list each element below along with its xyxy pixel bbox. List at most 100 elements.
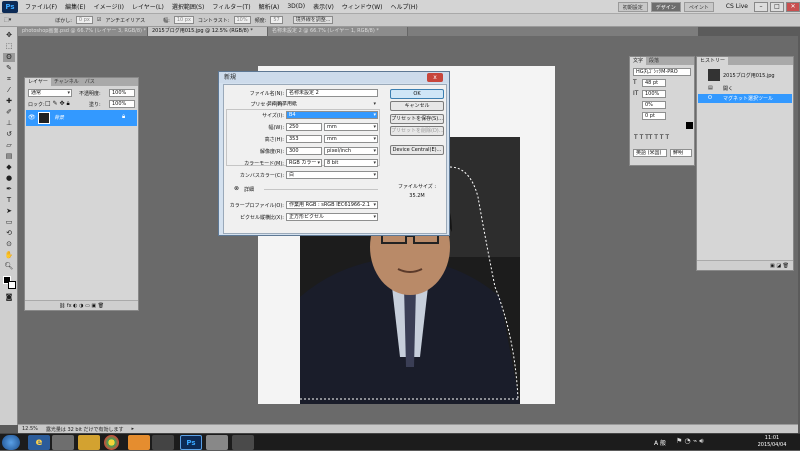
tab-layers[interactable]: レイヤー <box>25 78 51 86</box>
details-toggle-icon[interactable]: ⊗ <box>234 185 239 192</box>
eyedropper-tool-icon[interactable]: ⁄ <box>3 86 15 95</box>
menu-file[interactable]: ファイル(F) <box>21 2 61 11</box>
explorer-icon[interactable] <box>78 435 100 450</box>
tab-paragraph[interactable]: 段落 <box>646 57 662 65</box>
font-size-input[interactable]: 48 pt <box>642 79 666 87</box>
brush-tool-icon[interactable]: ✐ <box>3 108 15 117</box>
window-icon[interactable] <box>232 435 254 450</box>
eraser-tool-icon[interactable]: ▱ <box>3 141 15 150</box>
zoom-level[interactable]: 12.5% <box>22 426 38 432</box>
workspace-design[interactable]: デザイン <box>650 1 681 12</box>
width-unit-select[interactable]: mm ▾ <box>324 123 378 131</box>
tool-preset-icon[interactable]: ⬚▾ <box>4 17 11 23</box>
color-profile-select[interactable]: 作業用 RGB : sRGB IEC61966-2.1 ▾ <box>286 201 378 209</box>
ok-button[interactable]: OK <box>390 89 444 99</box>
3d-orbit-tool-icon[interactable]: ⊙ <box>3 240 15 249</box>
canvas-color-select[interactable]: 白 ▾ <box>286 171 378 179</box>
move-tool-icon[interactable]: ✥ <box>3 31 15 40</box>
menu-edit[interactable]: 編集(E) <box>61 2 89 11</box>
tab-history[interactable]: ヒストリー <box>697 57 729 65</box>
maximize-icon[interactable]: □ <box>770 1 784 12</box>
3d-rotate-tool-icon[interactable]: ⟲ <box>3 229 15 238</box>
status-arrow-icon[interactable]: ▸ <box>132 426 135 432</box>
tab-photoshop-screen[interactable]: photoshop画面.psd @ 66.7% (レイヤー 3, RGB/8) … <box>18 27 148 36</box>
marquee-tool-icon[interactable]: ⬚ <box>3 42 15 51</box>
stamp-tool-icon[interactable]: ⊥ <box>3 119 15 128</box>
bit-depth-select[interactable]: 8 bit ▾ <box>324 159 378 167</box>
preset-select[interactable]: 日本標準用紙 ▾ <box>264 100 378 108</box>
tracking-input[interactable]: 0% <box>642 101 666 109</box>
firefox-icon[interactable] <box>128 435 150 450</box>
history-brush-tool-icon[interactable]: ↺ <box>3 130 15 139</box>
path-select-tool-icon[interactable]: ➤ <box>3 207 15 216</box>
history-snapshot[interactable]: 2015ブログ用015.jpg <box>698 68 792 82</box>
blur-tool-icon[interactable]: ◆ <box>3 163 15 172</box>
cancel-button[interactable]: キャンセル <box>390 101 444 111</box>
shape-tool-icon[interactable]: ▭ <box>3 218 15 227</box>
ime-indicator[interactable]: A 般 <box>654 438 666 447</box>
frequency-input[interactable]: 57 <box>270 16 283 24</box>
snipping-tool-icon[interactable] <box>206 435 228 450</box>
antialias-checkbox[interactable]: ☑ <box>97 17 101 23</box>
menu-select[interactable]: 選択範囲(S) <box>168 2 209 11</box>
chrome-icon[interactable] <box>104 435 119 450</box>
eye-icon[interactable]: 👁︎ <box>28 114 36 121</box>
size-select[interactable]: B4 ▾ <box>286 111 378 119</box>
media-icon[interactable] <box>52 435 74 450</box>
feather-input[interactable]: 0 px <box>75 16 93 24</box>
leading-input[interactable]: 100% <box>642 90 666 98</box>
baseline-input[interactable]: 0 pt <box>642 112 666 120</box>
menu-filter[interactable]: フィルター(T) <box>208 2 254 11</box>
menu-window[interactable]: ウィンドウ(W) <box>338 2 387 11</box>
tab-untitled-2[interactable]: 名称未設定 2 @ 66.7% (レイヤー 1, RGB/8) * <box>268 27 408 36</box>
tab-blog-photo[interactable]: 2015ブログ用015.jpg @ 12.5% (RGB/8) * <box>148 27 268 36</box>
start-button-icon[interactable] <box>2 435 20 450</box>
cs-live-button[interactable]: CS Live <box>722 3 752 10</box>
photoshop-logo[interactable]: Ps <box>2 0 18 13</box>
clock-date[interactable]: 2015/04/04 <box>752 442 792 448</box>
layer-row[interactable]: 👁︎ 背景 🔒︎ <box>26 110 137 126</box>
workspace-paint[interactable]: ペイント <box>683 1 714 12</box>
pixel-aspect-select[interactable]: 正方形ピクセル ▾ <box>286 213 378 221</box>
save-preset-button[interactable]: プリセットを保存(S)... <box>390 114 444 124</box>
fill-input[interactable]: 100% <box>109 100 135 108</box>
font-family-select[interactable]: HG丸ｺﾞｼｯｸM-PRO <box>633 68 691 76</box>
refine-edge-button[interactable]: 境界線を調整... <box>292 16 334 24</box>
pen-tool-icon[interactable]: ✒ <box>3 185 15 194</box>
close-window-icon[interactable]: ✕ <box>786 1 800 12</box>
width-input[interactable]: 10 px <box>173 16 194 24</box>
dodge-tool-icon[interactable]: ● <box>3 174 15 183</box>
type-style-icons[interactable]: T T TT T T T <box>634 134 669 141</box>
device-central-button[interactable]: Device Central(E)... <box>390 145 444 155</box>
tab-character[interactable]: 文字 <box>630 57 647 65</box>
language-select[interactable]: 英語 (米国) <box>633 149 667 157</box>
menu-analysis[interactable]: 解析(A) <box>255 2 284 11</box>
width-input[interactable]: 250 <box>286 123 322 131</box>
gradient-tool-icon[interactable]: ▤ <box>3 152 15 161</box>
menu-layer[interactable]: レイヤー(L) <box>128 2 168 11</box>
type-tool-icon[interactable]: T <box>3 196 15 205</box>
height-unit-select[interactable]: mm ▾ <box>324 135 378 143</box>
history-item-active[interactable]: ʘ マグネット選択ツール <box>698 94 792 103</box>
clock-time[interactable]: 11:01 <box>756 435 788 441</box>
app-icon[interactable] <box>152 435 174 450</box>
menu-view[interactable]: 表示(V) <box>309 2 338 11</box>
file-name-input[interactable]: 名称未設定 2 <box>286 89 378 97</box>
color-mode-select[interactable]: RGB カラー ▾ <box>286 159 322 167</box>
photoshop-taskbar-icon[interactable]: Ps <box>180 435 202 450</box>
height-input[interactable]: 353 <box>286 135 322 143</box>
tab-channels[interactable]: チャンネル <box>51 78 82 86</box>
tab-paths[interactable]: パス <box>82 78 98 86</box>
menu-help[interactable]: ヘルプ(H) <box>387 2 422 11</box>
zoom-tool-icon[interactable]: 🔍︎ <box>3 262 15 271</box>
opacity-input[interactable]: 100% <box>109 89 135 97</box>
hand-tool-icon[interactable]: ✋ <box>3 251 15 260</box>
quick-mask-icon[interactable]: ◙ <box>3 293 15 302</box>
contrast-input[interactable]: 10% <box>233 16 251 24</box>
resolution-input[interactable]: 300 <box>286 147 322 155</box>
crop-tool-icon[interactable]: ⌗ <box>3 75 15 84</box>
ie-icon[interactable]: e <box>28 435 50 450</box>
menu-image[interactable]: イメージ(I) <box>90 2 128 11</box>
lasso-tool-icon[interactable]: ʘ <box>3 53 15 62</box>
minimize-icon[interactable]: – <box>754 1 768 12</box>
